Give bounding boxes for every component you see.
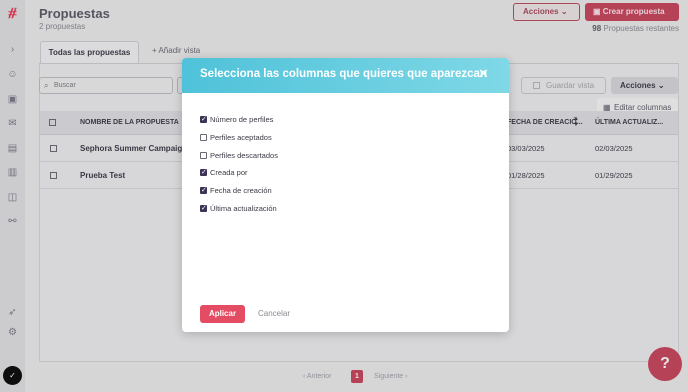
column-option[interactable]: Fecha de creación — [200, 186, 272, 196]
option-checkbox[interactable] — [200, 168, 207, 177]
cancel-button[interactable]: Cancelar — [258, 305, 290, 323]
option-label: Última actualización — [210, 204, 277, 213]
option-label: Creada por — [210, 168, 248, 177]
column-option[interactable]: Última actualización — [200, 204, 277, 214]
column-option[interactable]: Perfiles aceptados — [200, 133, 272, 143]
column-option[interactable]: Perfiles descartados — [200, 151, 278, 161]
option-checkbox[interactable] — [200, 152, 207, 159]
select-columns-modal: Selecciona las columnas que quieres que … — [182, 58, 509, 332]
option-label: Perfiles descartados — [210, 151, 278, 160]
option-checkbox[interactable] — [200, 204, 207, 213]
apply-button[interactable]: Aplicar — [200, 305, 245, 323]
option-checkbox[interactable] — [200, 186, 207, 195]
modal-header: Selecciona las columnas que quieres que … — [182, 58, 509, 93]
option-label: Perfiles aceptados — [210, 133, 272, 142]
column-option[interactable]: Número de perfiles — [200, 115, 273, 125]
column-option[interactable]: Creada por — [200, 168, 248, 178]
modal-title: Selecciona las columnas que quieres que … — [200, 68, 487, 80]
option-label: Número de perfiles — [210, 115, 274, 124]
close-icon[interactable]: ✕ — [478, 66, 489, 82]
option-checkbox[interactable] — [200, 134, 207, 141]
option-checkbox[interactable] — [200, 115, 207, 124]
option-label: Fecha de creación — [210, 186, 272, 195]
